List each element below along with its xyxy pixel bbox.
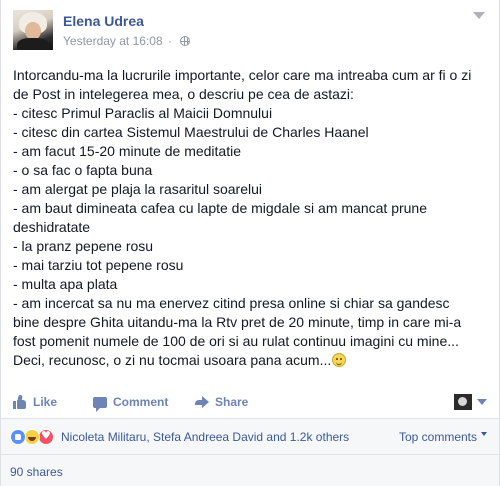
smiley-emoji-icon bbox=[332, 353, 347, 367]
post-timestamp[interactable]: Yesterday at 16:08 bbox=[63, 34, 163, 48]
author-name[interactable]: Elena Udrea bbox=[63, 13, 144, 29]
post-line: - am facut 15-20 minute de meditatie bbox=[13, 143, 242, 159]
globe-icon[interactable] bbox=[180, 36, 191, 46]
like-button[interactable]: Like bbox=[13, 393, 57, 411]
post-card: Elena Udrea Yesterday at 16:08 · Intorca… bbox=[0, 0, 500, 486]
post-line-text: Deci, recunosc, o zi nu tocmai usoara pa… bbox=[13, 352, 332, 368]
shares-bar: 90 shares bbox=[1, 454, 499, 486]
like-label: Like bbox=[33, 395, 58, 409]
post-line: - citesc Primul Paraclis al Maicii Domnu… bbox=[13, 105, 273, 121]
post-line: - mai tarziu tot pepene rosu bbox=[13, 257, 184, 273]
reaction-names[interactable]: Nicoleta Militaru, Stefa Andreea David a… bbox=[61, 430, 349, 444]
post-options-chevron-icon[interactable] bbox=[473, 12, 485, 19]
post-line: de Post in intelegerea mea, o descriu pe… bbox=[13, 86, 354, 102]
comment-label: Comment bbox=[113, 395, 169, 409]
post-line: - la pranz pepene rosu bbox=[13, 238, 154, 254]
love-reaction-icon bbox=[38, 429, 54, 445]
post-line-last: Deci, recunosc, o zi nu tocmai usoara pa… bbox=[13, 351, 493, 370]
haha-reaction-icon bbox=[24, 429, 40, 445]
post-line: - citesc din cartea Sistemul Maestrului … bbox=[13, 124, 369, 140]
top-comments-dropdown[interactable]: Top comments bbox=[399, 430, 487, 444]
post-line: deshidratate bbox=[13, 219, 91, 235]
reactions-bar: Nicoleta Militaru, Stefa Andreea David a… bbox=[1, 418, 499, 454]
avatar[interactable] bbox=[13, 10, 53, 50]
like-reaction-icon bbox=[10, 429, 26, 445]
top-comments-label: Top comments bbox=[398, 430, 477, 444]
share-button[interactable]: Share bbox=[195, 393, 248, 411]
share-label: Share bbox=[215, 395, 249, 409]
shares-count[interactable]: 90 shares bbox=[10, 465, 63, 479]
meta-separator: · bbox=[167, 34, 172, 48]
post-line: - am baut dimineata cafea cu lapte de mi… bbox=[13, 200, 428, 216]
share-arrow-icon bbox=[195, 396, 209, 408]
comment-button[interactable]: Comment bbox=[93, 393, 169, 412]
post-line: bine despre Ghita uitandu-ma la Rtv pret… bbox=[13, 314, 462, 330]
speech-bubble-icon bbox=[93, 396, 107, 412]
thumbs-up-icon bbox=[13, 394, 27, 409]
post-line: Intorcandu-ma la lucrurile importante, c… bbox=[13, 67, 472, 83]
post-line: - multa apa plata bbox=[13, 276, 118, 292]
post-line: - o sa fac o fapta buna bbox=[13, 162, 153, 178]
caret-down-icon bbox=[477, 399, 487, 405]
post-line: - am alergat pe plaja la rasaritul soare… bbox=[13, 181, 263, 197]
post-body: Intorcandu-ma la lucrurile importante, c… bbox=[13, 66, 493, 370]
action-bar: Like Comment Share bbox=[1, 386, 499, 418]
post-meta: Yesterday at 16:08 · bbox=[63, 34, 191, 48]
reaction-icons[interactable] bbox=[10, 429, 56, 445]
page-avatar-thumbnail bbox=[454, 394, 472, 410]
post-line: - am incercat sa nu ma enervez citind pr… bbox=[13, 295, 450, 311]
acting-as-selector[interactable] bbox=[454, 393, 487, 411]
post-line: fost pomenit numele de 100 de ori si au … bbox=[13, 333, 459, 349]
caret-down-icon bbox=[481, 432, 487, 436]
